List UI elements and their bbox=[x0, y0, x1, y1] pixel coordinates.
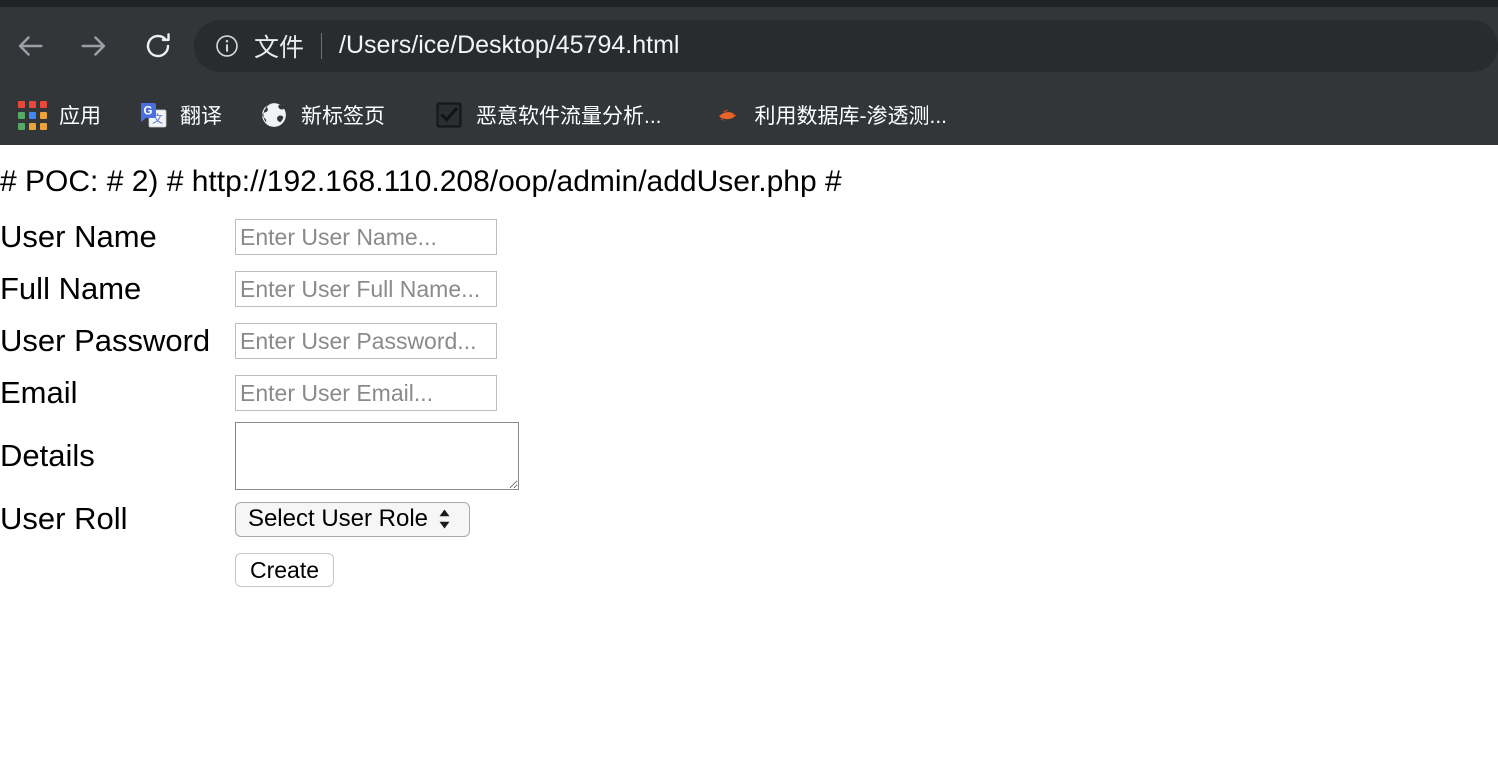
apps-grid-icon bbox=[18, 100, 47, 130]
back-button[interactable] bbox=[6, 22, 54, 70]
address-bar-separator bbox=[321, 32, 323, 59]
label-details: Details bbox=[0, 438, 95, 473]
user-name-input[interactable] bbox=[235, 219, 497, 255]
bookmark-label: 翻译 bbox=[180, 104, 222, 128]
page-heading: # POC: # 2) # http://192.168.110.208/oop… bbox=[0, 165, 842, 198]
bookmark-label: 利用数据库-渗透测... bbox=[754, 104, 948, 128]
form-row-user-password: User Password bbox=[0, 315, 519, 367]
bookmark-apps[interactable]: 应用 bbox=[8, 93, 111, 137]
bookmark-new-tab[interactable]: 新标签页 bbox=[250, 93, 395, 137]
globe-icon bbox=[260, 101, 288, 129]
browser-chrome: 文件 /Users/ice/Desktop/45794.html 应用 文 G … bbox=[0, 0, 1498, 145]
full-name-input[interactable] bbox=[235, 271, 497, 307]
reload-icon bbox=[146, 32, 170, 57]
bookmark-label: 恶意软件流量分析... bbox=[476, 104, 662, 128]
label-user-name: User Name bbox=[0, 219, 157, 254]
bookmarks-bar: 应用 文 G 翻译 新标签页 恶意软件流量分析... 利用数据库-渗透测... bbox=[0, 84, 1498, 145]
bookmark-label: 应用 bbox=[59, 104, 101, 128]
info-circle-icon[interactable] bbox=[214, 33, 240, 59]
user-role-selected-value: Select User Role bbox=[247, 505, 429, 532]
select-updown-arrows-icon bbox=[438, 508, 451, 530]
email-input[interactable] bbox=[235, 375, 497, 411]
reload-button[interactable] bbox=[134, 22, 182, 70]
bookmark-exploit-db[interactable]: 利用数据库-渗透测... bbox=[704, 93, 958, 137]
submit-row-spacer bbox=[0, 545, 235, 595]
form-row-email: Email bbox=[0, 367, 519, 419]
label-user-password: User Password bbox=[0, 323, 211, 358]
browser-toolbar: 文件 /Users/ice/Desktop/45794.html bbox=[0, 7, 1498, 84]
orange-flame-icon bbox=[714, 101, 742, 129]
bookmark-translate[interactable]: 文 G 翻译 bbox=[129, 93, 232, 137]
checkbox-checked-icon bbox=[435, 101, 463, 129]
form-row-user-roll: User Roll Select User Role bbox=[0, 493, 519, 545]
form-row-submit: Create bbox=[0, 545, 519, 595]
bookmark-malware-traffic[interactable]: 恶意软件流量分析... bbox=[425, 93, 672, 137]
details-textarea[interactable] bbox=[235, 422, 519, 490]
google-translate-icon: 文 G bbox=[139, 101, 167, 129]
user-role-select[interactable]: Select User Role bbox=[235, 501, 470, 537]
add-user-form: User Name Full Name User Password Email bbox=[0, 211, 519, 595]
user-password-input[interactable] bbox=[235, 323, 497, 359]
arrow-right-icon bbox=[81, 35, 106, 56]
form-row-details: Details bbox=[0, 419, 519, 493]
form-row-full-name: Full Name bbox=[0, 263, 519, 315]
label-email: Email bbox=[0, 375, 78, 410]
window-titlebar bbox=[0, 0, 1498, 7]
address-bar-url[interactable]: /Users/ice/Desktop/45794.html bbox=[339, 31, 679, 60]
label-user-roll: User Roll bbox=[0, 501, 128, 536]
address-bar[interactable]: 文件 /Users/ice/Desktop/45794.html bbox=[194, 19, 1498, 72]
label-full-name: Full Name bbox=[0, 271, 142, 306]
svg-text:G: G bbox=[144, 105, 153, 117]
bookmark-label: 新标签页 bbox=[301, 104, 385, 128]
arrow-left-icon bbox=[18, 35, 43, 56]
address-bar-scheme-label: 文件 bbox=[254, 33, 305, 62]
forward-button[interactable] bbox=[70, 22, 118, 70]
form-row-user-name: User Name bbox=[0, 211, 519, 263]
create-button[interactable]: Create bbox=[235, 553, 335, 587]
page-content: # POC: # 2) # http://192.168.110.208/oop… bbox=[0, 145, 1498, 595]
